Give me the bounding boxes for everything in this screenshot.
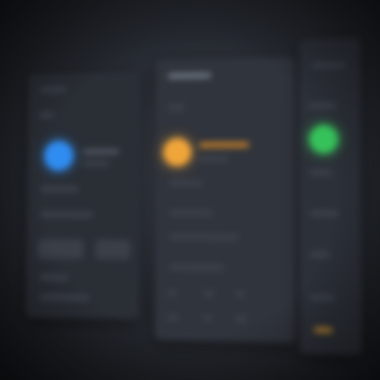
center-panel-cell-1: [166, 290, 177, 297]
left-panel-footer-line-1: [39, 274, 69, 281]
center-panel: [154, 56, 297, 344]
center-panel-header-line: [167, 72, 212, 80]
right-panel-text-line-4: [309, 294, 335, 301]
dashboard-scene: [0, 0, 380, 380]
orange-status-dot-icon: [163, 138, 192, 167]
center-panel-cell-6: [234, 315, 248, 322]
blue-status-dot-icon: [44, 141, 74, 171]
center-panel-text-line-3: [168, 233, 240, 241]
center-panel-cell-5: [202, 314, 213, 322]
right-panel-subheader-line: [309, 102, 337, 109]
right-panel-accent-mark: [313, 327, 333, 333]
right-panel-text-line-1: [309, 169, 333, 176]
center-panel-text-line-1: [169, 179, 203, 187]
right-panel-text-line-2: [309, 210, 339, 217]
right-panel-text-line-3: [309, 251, 331, 258]
center-panel-cell-3: [234, 291, 246, 298]
left-panel-caption-line: [82, 160, 110, 167]
left-panel: [25, 71, 142, 320]
right-panel: [298, 37, 363, 356]
left-panel-header-line: [39, 86, 67, 93]
center-panel-cell-4: [166, 314, 179, 321]
left-panel-text-line-2: [39, 211, 94, 218]
center-panel-accent-line: [199, 141, 250, 149]
left-panel-title-line: [82, 148, 120, 155]
right-panel-header-line: [311, 61, 347, 69]
center-panel-text-line-2: [169, 209, 213, 217]
left-panel-chip-1[interactable]: [37, 238, 84, 260]
blurred-dashboard: [4, 0, 380, 380]
green-status-dot-icon: [309, 124, 339, 154]
center-panel-cell-2: [202, 290, 215, 297]
left-panel-subheader-line: [39, 111, 55, 118]
center-panel-text-line-4: [168, 263, 225, 271]
center-panel-caption-line: [199, 155, 230, 163]
left-panel-footer-line-2: [39, 294, 90, 301]
left-panel-text-line-1: [40, 186, 79, 192]
left-panel-chip-2[interactable]: [95, 239, 131, 260]
center-panel-subheader-line: [167, 104, 186, 111]
